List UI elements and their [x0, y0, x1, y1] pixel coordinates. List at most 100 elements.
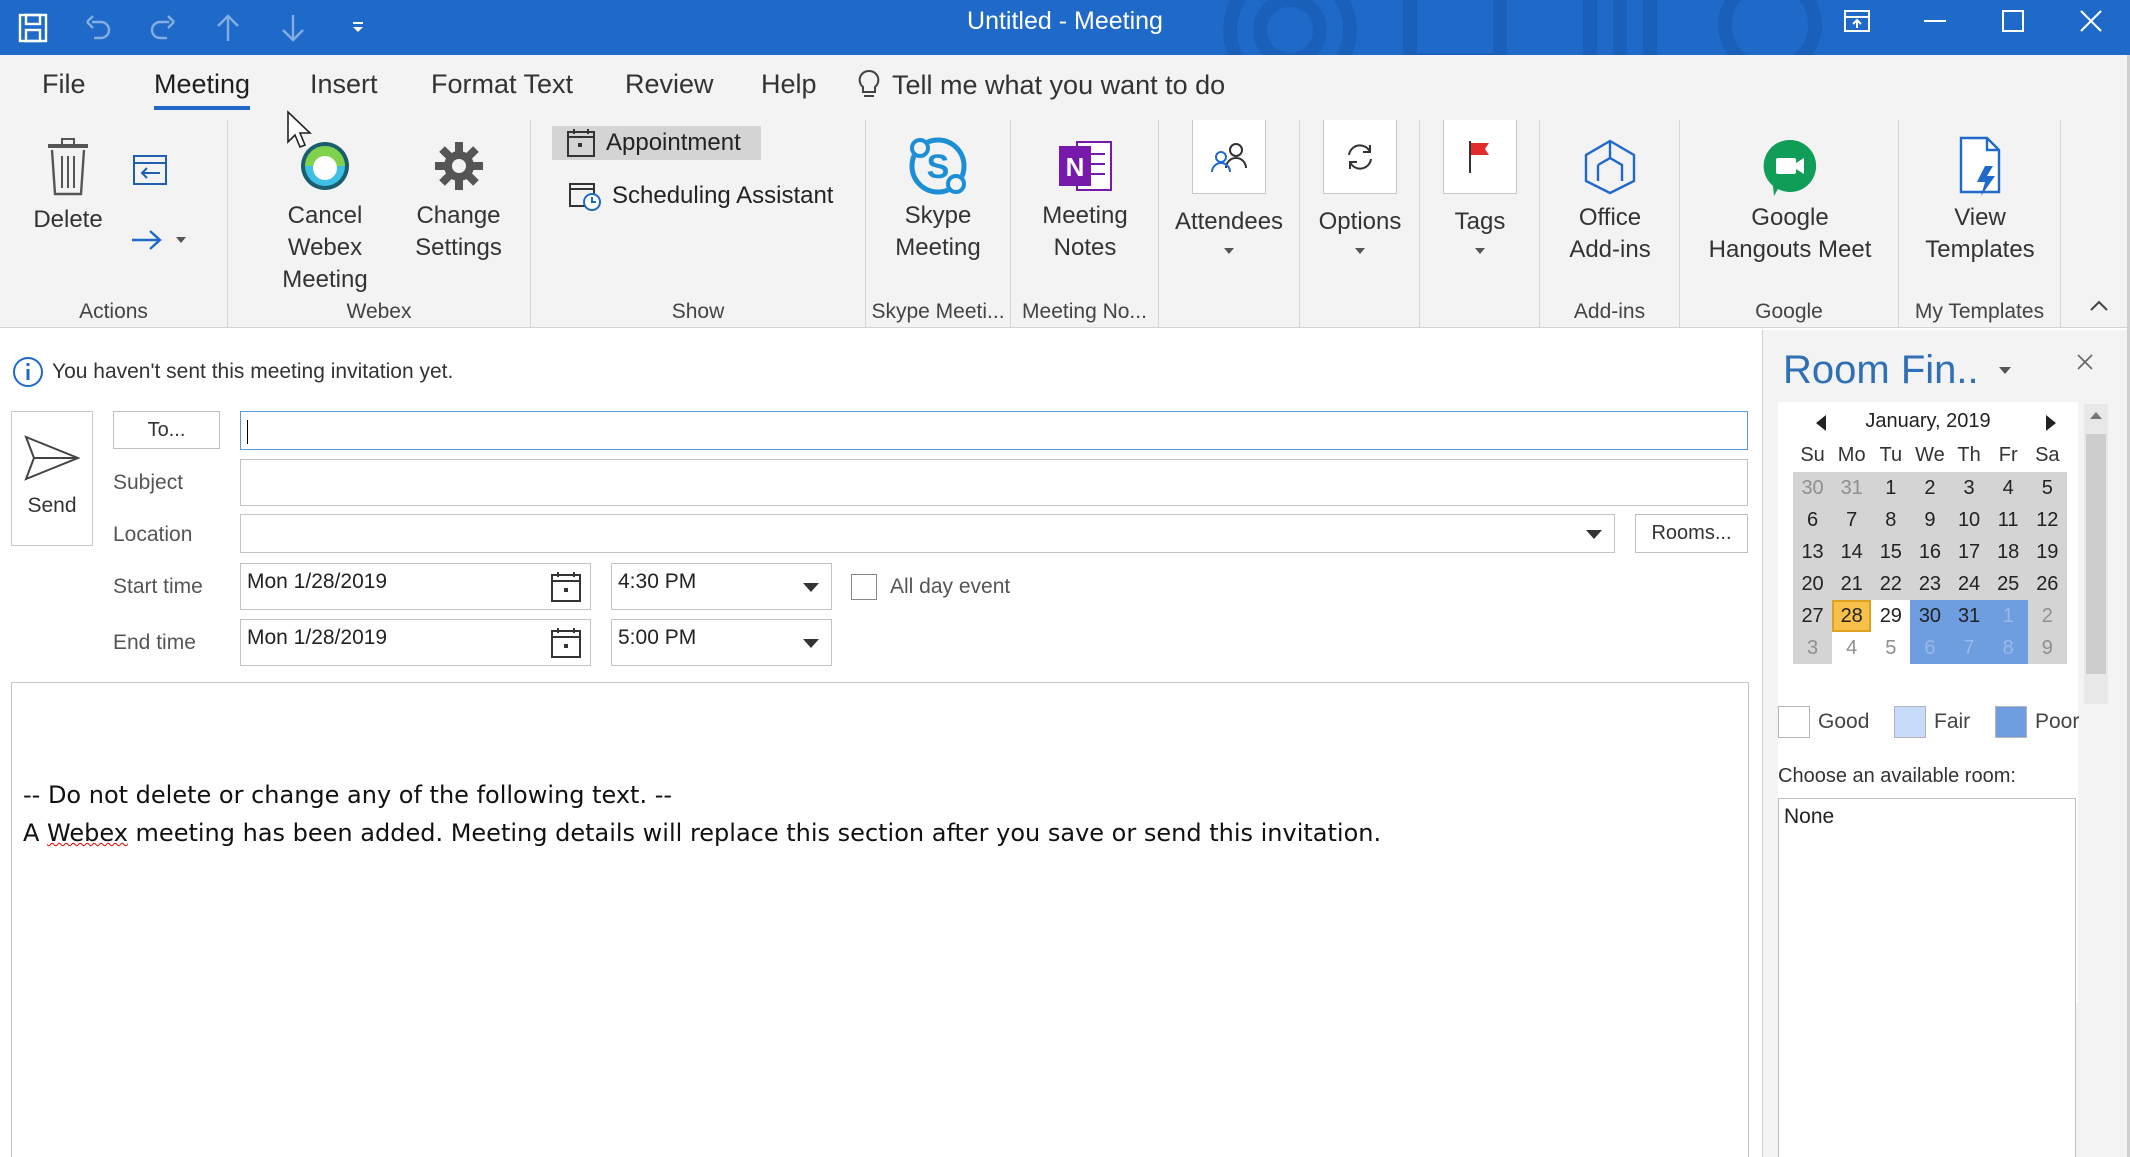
calendar-day[interactable]: 15 [1871, 536, 1910, 568]
scrollbar-thumb[interactable] [2086, 434, 2106, 674]
send-button[interactable]: Send [11, 411, 93, 546]
collapse-ribbon-icon[interactable] [2089, 299, 2109, 317]
calendar-day[interactable]: 1 [1871, 472, 1910, 504]
calendar-day[interactable]: 19 [2028, 536, 2067, 568]
calendar-day[interactable]: 25 [1989, 568, 2028, 600]
cancel-webex-meeting-button[interactable]: Cancel Webex Meeting [250, 138, 400, 296]
calendar-day[interactable]: 3 [1950, 472, 1989, 504]
calendar-day[interactable]: 10 [1950, 504, 1989, 536]
previous-item-icon[interactable] [195, 0, 260, 55]
save-icon[interactable] [0, 0, 65, 55]
skype-meeting-button[interactable]: S Skype Meeting [878, 134, 998, 264]
message-body[interactable]: -- Do not delete or change any of the fo… [11, 682, 1749, 1157]
calendar-day[interactable]: 5 [1871, 632, 1911, 664]
end-date-input[interactable]: Mon 1/28/2019 [240, 619, 591, 666]
restore-ribbon-icon[interactable] [1818, 0, 1896, 42]
subject-input[interactable] [240, 459, 1748, 506]
calendar-day[interactable]: 13 [1793, 536, 1832, 568]
calendar-day[interactable]: 6 [1910, 632, 1950, 664]
tab-review[interactable]: Review [625, 69, 714, 100]
calendar-day[interactable]: 9 [2028, 632, 2067, 664]
calendar-day[interactable]: 27 [1793, 600, 1832, 632]
calendar-day[interactable]: 31 [1949, 600, 1989, 632]
pane-options-dropdown-icon[interactable] [1999, 367, 2011, 374]
close-pane-icon[interactable] [2077, 354, 2093, 370]
tab-format-text[interactable]: Format Text [431, 69, 573, 100]
calendar-day[interactable]: 20 [1793, 568, 1832, 600]
calendar-picker-icon[interactable] [550, 571, 582, 603]
tab-insert[interactable]: Insert [310, 69, 378, 100]
change-settings-button[interactable]: Change Settings [406, 138, 511, 264]
to-input[interactable] [240, 411, 1748, 450]
calendar-day[interactable]: 23 [1910, 568, 1949, 600]
calendar-day[interactable]: 3 [1793, 632, 1832, 664]
calendar-day[interactable]: 29 [1871, 600, 1911, 632]
tab-help[interactable]: Help [761, 69, 817, 100]
tab-file[interactable]: File [42, 69, 86, 100]
calendar-day-selected[interactable]: 28 [1832, 600, 1872, 632]
calendar-day[interactable]: 18 [1989, 536, 2028, 568]
end-time-dropdown-icon[interactable] [803, 638, 819, 648]
calendar-day[interactable]: 2 [1910, 472, 1949, 504]
to-button[interactable]: To... [113, 411, 220, 449]
calendar-day[interactable]: 8 [1871, 504, 1910, 536]
attendees-button[interactable]: Attendees [1169, 120, 1289, 254]
calendar-day[interactable]: 7 [1832, 504, 1871, 536]
forward-button[interactable] [130, 228, 186, 252]
google-hangouts-meet-button[interactable]: Google Hangouts Meet [1690, 136, 1890, 266]
options-button[interactable]: Options [1300, 120, 1420, 254]
calendar-day[interactable]: 4 [1989, 472, 2028, 504]
rooms-button[interactable]: Rooms... [1635, 514, 1748, 553]
customize-toolbar-icon[interactable] [325, 0, 390, 55]
calendar-day[interactable]: 7 [1949, 632, 1989, 664]
tags-button[interactable]: Tags [1420, 120, 1540, 254]
start-time-dropdown-icon[interactable] [803, 582, 819, 592]
scroll-up-icon[interactable] [2090, 412, 2102, 419]
delete-button[interactable]: Delete [20, 138, 116, 236]
redo-icon[interactable] [130, 0, 195, 55]
calendar-day[interactable]: 30 [1910, 600, 1950, 632]
room-item-none[interactable]: None [1784, 805, 1834, 829]
calendar-day[interactable]: 5 [2028, 472, 2067, 504]
calendar-day[interactable]: 8 [1988, 632, 2028, 664]
minimize-icon[interactable] [1896, 0, 1974, 42]
calendar-day[interactable]: 24 [1950, 568, 1989, 600]
calendar-day[interactable]: 17 [1950, 536, 1989, 568]
start-time-select[interactable]: 4:30 PM [611, 563, 832, 610]
calendar-day[interactable]: 14 [1832, 536, 1871, 568]
tell-me-box[interactable]: Tell me what you want to do [858, 69, 1225, 101]
undo-icon[interactable] [65, 0, 130, 55]
calendar-picker-icon[interactable] [550, 627, 582, 659]
calendar-day[interactable]: 11 [1989, 504, 2028, 536]
office-add-ins-button[interactable]: Office Add-ins [1550, 138, 1670, 266]
scheduling-assistant-button[interactable]: Scheduling Assistant [568, 180, 833, 212]
calendar-day[interactable]: 22 [1871, 568, 1910, 600]
calendar-day[interactable]: 6 [1793, 504, 1832, 536]
location-dropdown-icon[interactable] [1586, 529, 1602, 539]
forward-dropdown-icon[interactable] [176, 237, 186, 243]
calendar-day[interactable]: 16 [1910, 536, 1949, 568]
calendar-day[interactable]: 2 [2028, 600, 2067, 632]
calendar-day[interactable]: 31 [1832, 472, 1871, 504]
calendar-day[interactable]: 26 [2028, 568, 2067, 600]
calendar-day[interactable]: 9 [1910, 504, 1949, 536]
calendar-day[interactable]: 30 [1793, 472, 1832, 504]
close-icon[interactable] [2052, 0, 2130, 42]
tab-meeting[interactable]: Meeting [154, 69, 251, 110]
maximize-icon[interactable] [1974, 0, 2052, 42]
room-finder-scrollbar[interactable] [2084, 404, 2108, 704]
next-month-icon[interactable] [2046, 415, 2056, 431]
calendar-day[interactable]: 1 [1988, 600, 2028, 632]
next-item-icon[interactable] [260, 0, 325, 55]
calendar-day[interactable]: 12 [2028, 504, 2067, 536]
calendar-day[interactable]: 21 [1832, 568, 1871, 600]
calendar-forward-icon[interactable] [132, 152, 168, 193]
start-date-input[interactable]: Mon 1/28/2019 [240, 563, 591, 610]
room-list[interactable]: None [1778, 798, 2076, 1157]
end-time-select[interactable]: 5:00 PM [611, 619, 832, 666]
appointment-button[interactable]: Appointment [552, 126, 761, 160]
all-day-checkbox[interactable] [851, 574, 877, 600]
calendar-day[interactable]: 4 [1832, 632, 1872, 664]
view-templates-button[interactable]: View Templates [1919, 136, 2041, 266]
location-input[interactable] [240, 514, 1615, 553]
